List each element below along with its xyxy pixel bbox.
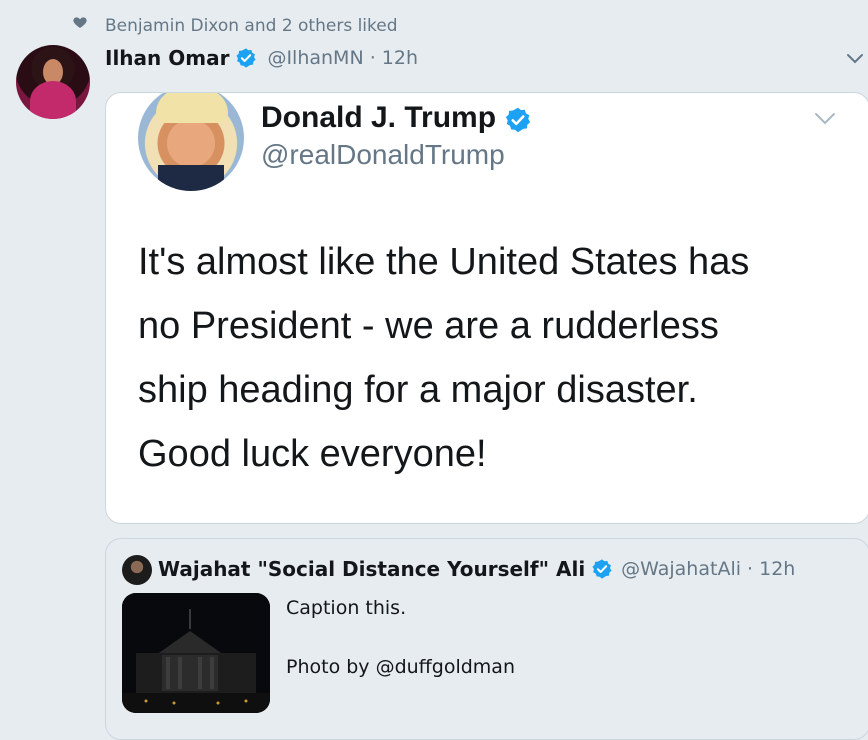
- quoted-text-line: no President - we are a rudderless: [138, 305, 719, 347]
- author-handle[interactable]: @IlhanMN · 12h: [267, 47, 418, 69]
- quoted-avatar-hair: [156, 93, 228, 123]
- quoted-avatar: [138, 93, 244, 191]
- chevron-down-icon[interactable]: [845, 52, 865, 66]
- quoted-author-name: Donald J. Trump: [261, 101, 497, 134]
- retweet-author-name[interactable]: Wajahat "Social Distance Yourself" Ali: [158, 557, 585, 581]
- quoted-tweet-image[interactable]: Donald J. Trump @realDonaldTrump It's al…: [105, 92, 868, 524]
- quoted-avatar-shirt: [158, 165, 224, 191]
- avatar-scarf: [30, 81, 76, 119]
- quoted-author-handle: @realDonaldTrump: [261, 139, 505, 170]
- quoted-text-line: It's almost like the United States has: [138, 241, 750, 283]
- social-context-text: Benjamin Dixon and 2 others liked: [105, 16, 398, 36]
- retweet-verified-icon: [592, 559, 612, 579]
- retweet-caption: Caption this.: [286, 597, 407, 619]
- quoted-text-line: ship heading for a major disaster.: [138, 369, 698, 411]
- white-house-night-image: [122, 593, 270, 713]
- social-context-heart: [72, 14, 88, 30]
- author-name[interactable]: Ilhan Omar: [105, 46, 229, 70]
- retweet-photo-credit: Photo by @duffgoldman: [286, 656, 515, 678]
- retweet-media-thumbnail[interactable]: [122, 593, 270, 713]
- verified-badge-icon: [236, 48, 256, 68]
- quoted-tweet-text: It's almost like the United States has n…: [138, 230, 838, 486]
- quoted-verified-icon: [505, 107, 531, 133]
- retweet-author-handle[interactable]: @WajahatAli · 12h: [621, 558, 795, 580]
- quoted-chevron-down-icon: [815, 113, 835, 125]
- retweet-header: Wajahat "Social Distance Yourself" Ali @…: [158, 557, 795, 581]
- heart-icon: [73, 17, 87, 28]
- tweet-header: Ilhan Omar @IlhanMN · 12h: [105, 46, 418, 70]
- avatar[interactable]: [16, 45, 90, 119]
- retweet-avatar[interactable]: [122, 555, 152, 585]
- retweeted-tweet-card[interactable]: Wajahat "Social Distance Yourself" Ali @…: [105, 538, 868, 740]
- quoted-text-line: Good luck everyone!: [138, 433, 487, 475]
